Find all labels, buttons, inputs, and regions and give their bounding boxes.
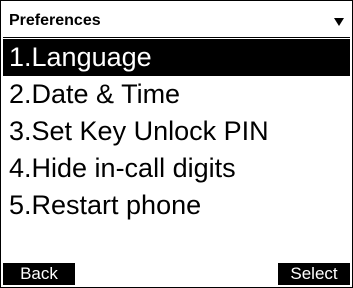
menu-item-language[interactable]: 1.Language bbox=[3, 39, 350, 76]
screen-title: Preferences bbox=[9, 12, 101, 29]
phone-screen: Preferences 1.Language 2.Date & Time 3.S… bbox=[0, 0, 353, 288]
menu-item-date-time[interactable]: 2.Date & Time bbox=[3, 76, 350, 113]
preferences-menu: 1.Language 2.Date & Time 3.Set Key Unloc… bbox=[3, 39, 350, 224]
back-softkey[interactable]: Back bbox=[3, 263, 75, 285]
menu-item-restart-phone[interactable]: 5.Restart phone bbox=[3, 187, 350, 224]
title-bar: Preferences bbox=[3, 3, 350, 38]
menu-item-hide-in-call-digits[interactable]: 4.Hide in-call digits bbox=[3, 150, 350, 187]
menu-item-set-key-unlock-pin[interactable]: 3.Set Key Unlock PIN bbox=[3, 113, 350, 150]
triangle-down-icon bbox=[334, 18, 344, 26]
select-softkey[interactable]: Select bbox=[278, 263, 350, 285]
